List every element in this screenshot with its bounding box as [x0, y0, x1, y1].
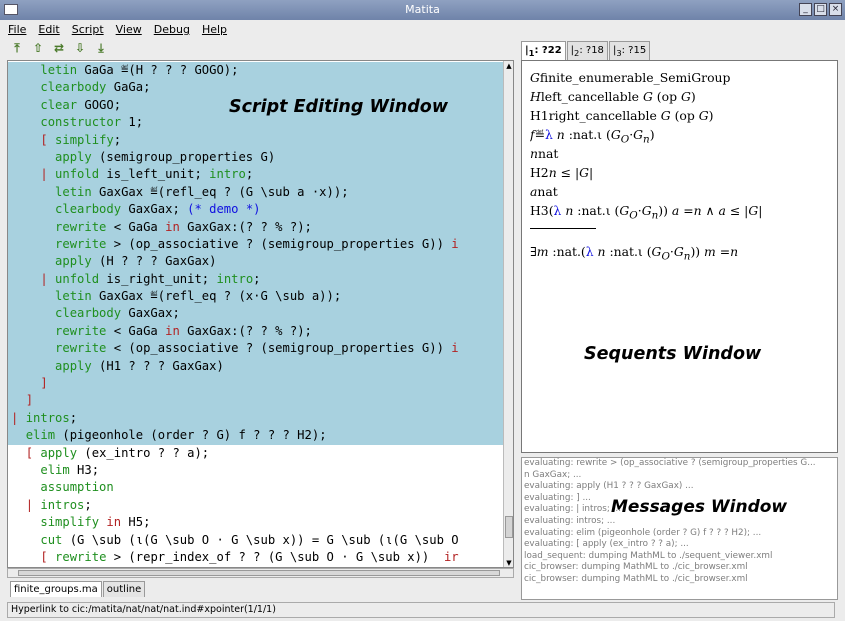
script-line[interactable]: [ rewrite > (repr_index_of ? ? (G \sub O…	[8, 549, 504, 566]
tab-finite-groups[interactable]: finite_groups.ma	[10, 581, 102, 597]
sequents-window-caption: Sequents Window	[584, 344, 762, 364]
goto-cursor-icon[interactable]: ⇄	[52, 41, 66, 55]
script-line[interactable]: rewrite < (op_associative ? (semigroup_p…	[8, 340, 504, 358]
scroll-thumb[interactable]	[505, 516, 513, 538]
messages-window: evaluating: rewrite > (op_associative ? …	[521, 457, 838, 600]
editor-horizontal-scrollbar[interactable]	[7, 568, 514, 578]
script-editor[interactable]: letin GaGa ≝(H ? ? ? GOGO); clearbody Ga…	[7, 60, 514, 568]
script-line[interactable]: simplify in H5;	[8, 514, 504, 531]
menu-view[interactable]: View	[116, 23, 142, 36]
script-line[interactable]: apply (semigroup_properties G)	[8, 148, 504, 167]
message-line: cic_browser: dumping MathML to ./cic_bro…	[524, 573, 748, 584]
message-line: load_sequent: dumping MathML to ./sequen…	[524, 550, 773, 561]
message-line: cic_browser: dumping MathML to ./cic_bro…	[524, 562, 748, 573]
sequent-separator	[530, 228, 596, 229]
step-back-icon[interactable]: ⇧	[31, 41, 45, 55]
script-toolbar: ⤒ ⇧ ⇄ ⇩ ⤓	[0, 38, 515, 58]
script-line[interactable]: | unfold is_right_unit; intro;	[8, 270, 504, 289]
goto-bottom-icon[interactable]: ⤓	[94, 41, 108, 55]
hypotheses-list: Gfinite_enumerable_SemiGroup Hleft_cancel…	[530, 68, 835, 220]
menu-edit[interactable]: Edit	[38, 23, 59, 36]
editor-vertical-scrollbar[interactable]: ▲ ▼	[503, 61, 513, 567]
script-line[interactable]: elim H3;	[8, 462, 504, 479]
minimize-button[interactable]: _	[799, 3, 812, 16]
message-line: evaluating: rewrite > (op_associative ? …	[524, 458, 816, 468]
hypothesis[interactable]: f≝λ n :nat.ι (GO·Gn)	[530, 125, 835, 144]
hypothesis[interactable]: H2n ≤ |G|	[530, 163, 835, 182]
script-lines: letin GaGa ≝(H ? ? ? GOGO); clearbody Ga…	[8, 62, 504, 567]
goto-top-icon[interactable]: ⤒	[10, 41, 24, 55]
script-line[interactable]: | intros;	[8, 497, 504, 514]
hypothesis[interactable]: Gfinite_enumerable_SemiGroup	[530, 68, 835, 87]
script-line[interactable]: apply (H1 ? ? ? GaxGax)	[8, 357, 504, 376]
script-line[interactable]: elim (pigeonhole (order ? G) f ? ? ? H2)…	[8, 427, 504, 445]
sequents-window: Gfinite_enumerable_SemiGroup Hleft_cancel…	[521, 60, 838, 453]
maximize-button[interactable]: □	[814, 3, 827, 16]
script-line[interactable]: [ apply (ex_intro ? ? a);	[8, 445, 504, 462]
script-line[interactable]: rewrite > (op_associative ? (semigroup_p…	[8, 235, 504, 254]
script-line[interactable]: cut (G \sub (ι(G \sub O · G \sub x)) = G…	[8, 532, 504, 549]
status-bar: Hyperlink to cic:/matita/nat/nat/nat.ind…	[7, 602, 835, 618]
message-line: evaluating: elim (pigeonhole (order ? G)…	[524, 527, 762, 538]
messages-window-caption: Messages Window	[611, 497, 788, 517]
script-line[interactable]: assumption	[8, 479, 504, 496]
menu-file[interactable]: File	[8, 23, 26, 36]
script-line[interactable]: letin GaxGax ≝(refl_eq ? (G \sub a ·x));	[8, 183, 504, 202]
close-button[interactable]: ×	[829, 3, 842, 16]
window-controls: _ □ ×	[799, 3, 842, 16]
message-line: evaluating: [ apply (ex_intro ? ? a); ..…	[524, 539, 689, 550]
menu-help[interactable]: Help	[202, 23, 227, 36]
sequent-goal[interactable]: ∃m :nat.(λ n :nat.ι (GO·Gn)) m =n	[530, 242, 835, 266]
script-tabs: finite_groups.ma outline	[10, 581, 146, 597]
menu-debug[interactable]: Debug	[154, 23, 190, 36]
hypothesis[interactable]: Hleft_cancellable G (op G)	[530, 87, 835, 106]
message-line: n GaxGax; ...	[524, 469, 582, 480]
script-line[interactable]: rewrite < GaGa in GaxGax:(? ? % ?);	[8, 218, 504, 236]
script-line[interactable]: [ simplify;	[8, 131, 504, 149]
tab-outline[interactable]: outline	[102, 581, 146, 597]
tab-goal-2[interactable]: |2: ?18	[566, 41, 608, 60]
scroll-up-icon[interactable]: ▲	[505, 62, 513, 71]
script-line[interactable]: | intros;	[8, 409, 504, 428]
menu-bar: File Edit Script View Debug Help	[0, 20, 845, 38]
sequent-tabs: |1: ?22 |2: ?18 |3: ?15	[521, 41, 651, 60]
hypothesis[interactable]: nnat	[530, 144, 835, 163]
script-line[interactable]: rewrite < GaGa in GaxGax:(? ? % ?);	[8, 322, 504, 341]
window-title: Matita	[405, 3, 440, 16]
tab-goal-3[interactable]: |3: ?15	[608, 41, 651, 60]
script-line[interactable]: clearbody GaxGax; (* demo *)	[8, 201, 504, 219]
tab-goal-1[interactable]: |1: ?22	[521, 41, 566, 60]
hscroll-thumb[interactable]	[18, 570, 500, 576]
message-line: evaluating: apply (H1 ? ? ? GaxGax) ...	[524, 481, 694, 492]
hypothesis[interactable]: H1right_cancellable G (op G)	[530, 106, 835, 125]
script-line[interactable]: letin GaxGax ≝(refl_eq ? (x·G \sub a));	[8, 288, 504, 306]
scroll-down-icon[interactable]: ▼	[505, 559, 513, 567]
title-bar: Matita _ □ ×	[0, 0, 845, 20]
sequent-content: Gfinite_enumerable_SemiGroup Hleft_cancel…	[530, 68, 835, 266]
script-window-caption: Script Editing Window	[229, 97, 448, 117]
script-line[interactable]: clearbody GaGa;	[8, 79, 504, 97]
menu-script[interactable]: Script	[72, 23, 104, 36]
sequent-scrollbar[interactable]	[838, 60, 845, 453]
message-line: evaluating: intros; ...	[524, 515, 616, 526]
script-line[interactable]: ]	[8, 392, 504, 410]
script-line[interactable]: | unfold is_left_unit; intro;	[8, 166, 504, 184]
hypothesis[interactable]: anat	[530, 182, 835, 201]
step-forward-icon[interactable]: ⇩	[73, 41, 87, 55]
script-line[interactable]: clearbody GaxGax;	[8, 305, 504, 323]
script-line[interactable]: letin GaGa ≝(H ? ? ? GOGO);	[8, 62, 504, 80]
hypothesis[interactable]: H3(λ n :nat.ι (GO·Gn)) a =n ∧ a ≤ |G|	[530, 201, 835, 220]
script-line[interactable]: apply (H ? ? ? GaxGax)	[8, 253, 504, 271]
script-line[interactable]: ]	[8, 375, 504, 393]
